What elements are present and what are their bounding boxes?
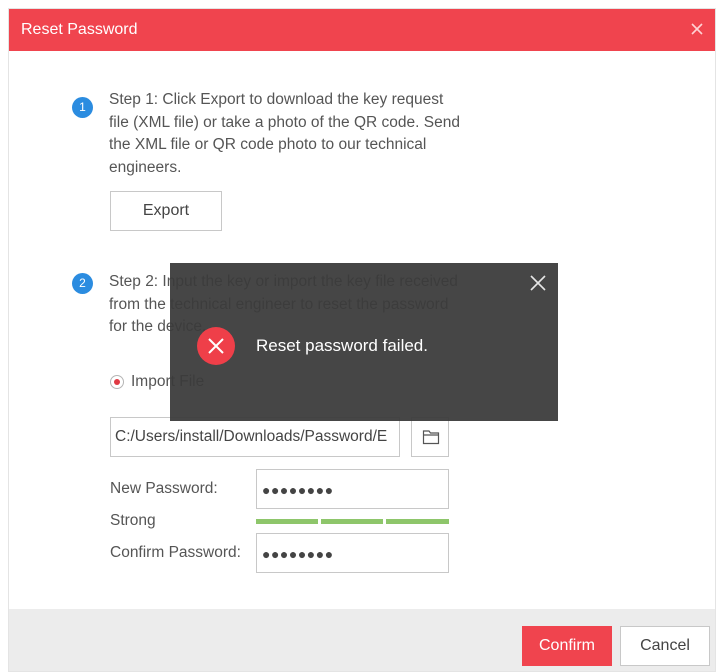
dialog-footer: Confirm Cancel <box>9 609 715 671</box>
dialog-title-bar: Reset Password <box>9 9 715 51</box>
new-password-label: New Password: <box>110 480 218 497</box>
import-file-radio[interactable] <box>110 375 124 389</box>
strength-bar-segment <box>386 519 449 524</box>
strength-bar-segment <box>256 519 318 524</box>
dialog-title: Reset Password <box>21 21 138 38</box>
export-button[interactable]: Export <box>110 191 222 231</box>
toast-close-icon[interactable] <box>528 273 548 293</box>
confirm-button[interactable]: Confirm <box>522 626 612 666</box>
dialog-close-icon[interactable] <box>687 19 707 39</box>
step1-line: file (XML file) or take a photo of the Q… <box>109 113 460 131</box>
cancel-button[interactable]: Cancel <box>620 626 710 666</box>
step1-line: the XML file or QR code photo to our tec… <box>109 136 427 153</box>
confirm-password-label: Confirm Password: <box>110 544 241 561</box>
step1-line: engineers. <box>109 158 182 176</box>
error-icon <box>197 327 235 365</box>
new-password-field[interactable]: ●●●●●●●● <box>256 469 449 509</box>
step1-line: Step 1: Click Export to download the key… <box>109 91 444 108</box>
toast-message: Reset password failed. <box>256 336 428 355</box>
new-password-value: ●●●●●●●● <box>262 482 334 498</box>
confirm-password-field[interactable]: ●●●●●●●● <box>256 533 449 573</box>
radio-selected-dot <box>114 379 120 385</box>
folder-icon <box>422 430 440 445</box>
file-path-value: C:/Users/install/Downloads/Password/E <box>115 428 388 445</box>
step1-instructions: Step 1: Click Export to download the key… <box>109 89 460 179</box>
step2-badge: 2 <box>72 273 93 294</box>
reset-password-dialog: Reset Password 1 Step 1: Click Export to… <box>8 8 716 672</box>
password-strength-label: Strong <box>110 512 156 529</box>
browse-folder-button[interactable] <box>411 417 449 457</box>
strength-bar-segment <box>321 519 383 524</box>
step1-badge: 1 <box>72 97 93 118</box>
error-toast: Reset password failed. <box>170 263 558 421</box>
file-path-input[interactable]: C:/Users/install/Downloads/Password/E <box>110 417 400 457</box>
confirm-password-value: ●●●●●●●● <box>262 546 334 562</box>
